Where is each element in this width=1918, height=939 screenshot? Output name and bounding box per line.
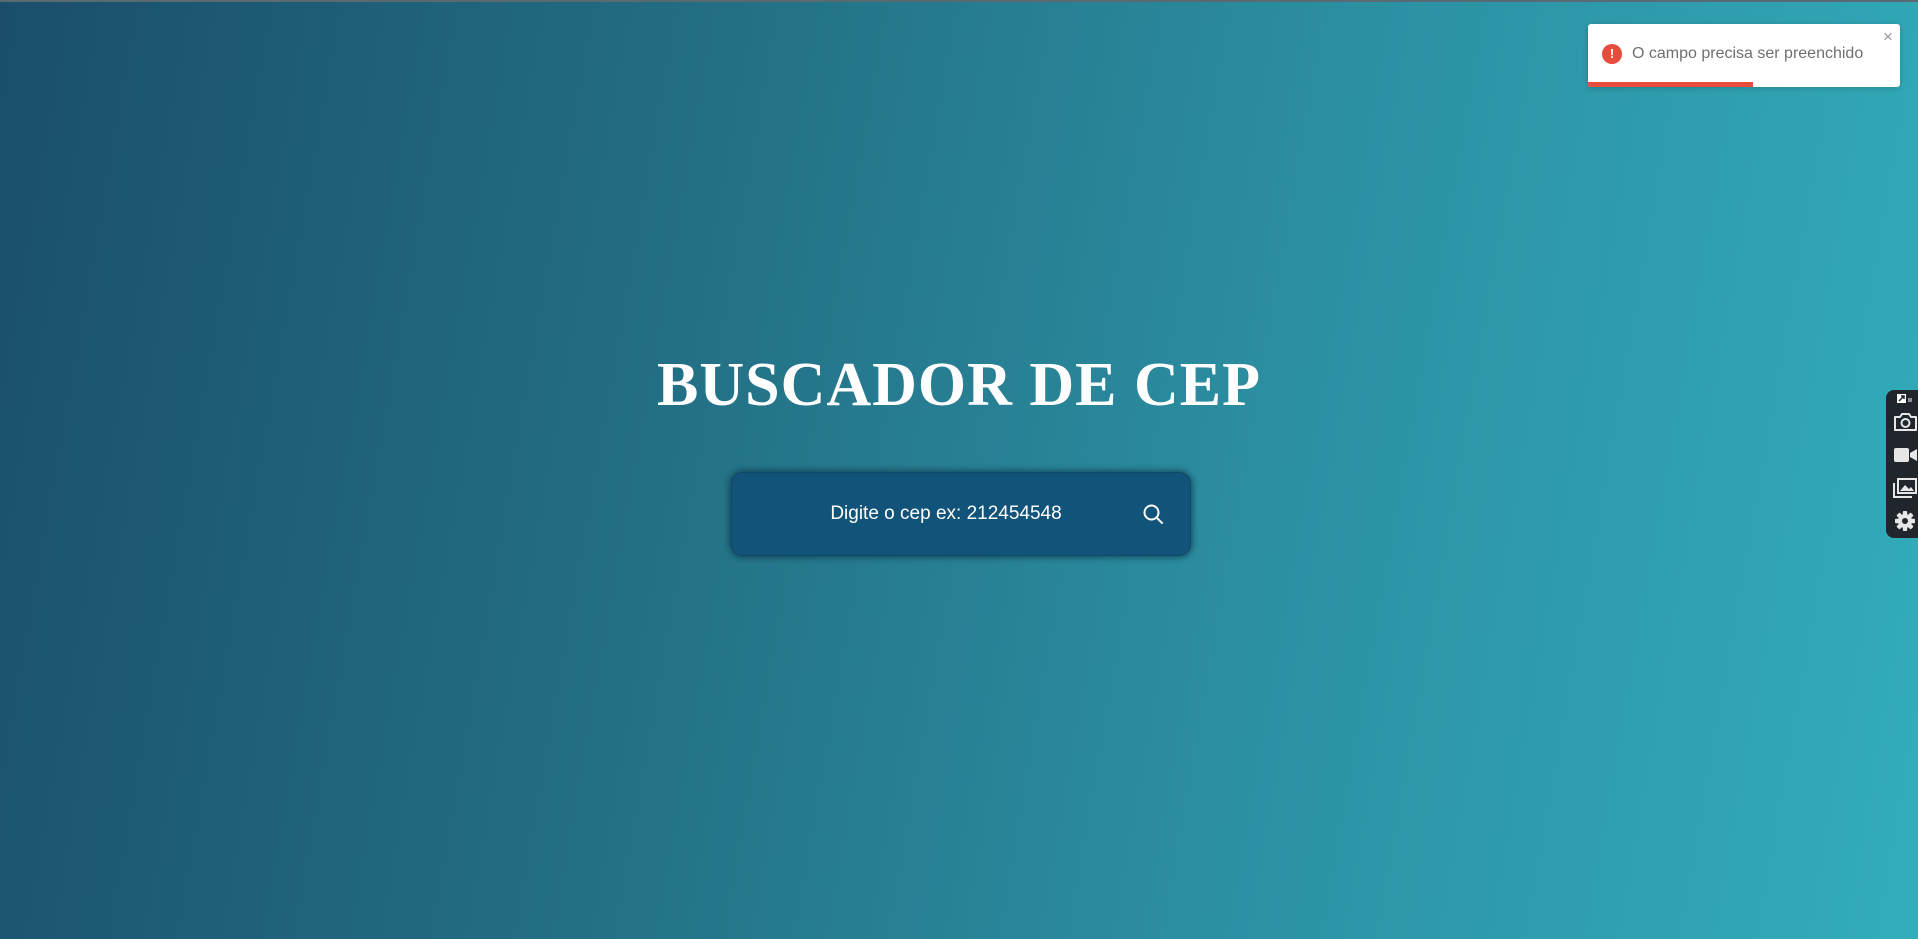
settings-button[interactable]: [1892, 509, 1918, 533]
window-top-border: [0, 0, 1918, 2]
gear-icon: [1895, 511, 1915, 531]
gallery-button[interactable]: [1892, 476, 1918, 500]
record-video-button[interactable]: [1892, 443, 1918, 467]
toast-progress-bar: [1588, 82, 1900, 87]
search-button[interactable]: [1131, 492, 1175, 536]
error-circle-icon: !: [1602, 44, 1622, 64]
search-box: [731, 472, 1191, 556]
search-icon: [1143, 504, 1163, 524]
video-icon: [1894, 448, 1917, 462]
pin-button[interactable]: [1892, 392, 1918, 406]
screenshot-button[interactable]: [1892, 410, 1918, 434]
gallery-icon: [1893, 478, 1917, 498]
toast-message: O campo precisa ser preenchido: [1632, 45, 1864, 62]
page-title: BUSCADOR DE CEP: [656, 351, 1262, 419]
toast-close-button[interactable]: ×: [1880, 28, 1896, 46]
cep-search-input[interactable]: [731, 472, 1131, 556]
camera-icon: [1894, 413, 1917, 431]
toast-progress-fill: [1588, 82, 1754, 87]
error-toast: ! O campo precisa ser preenchido ×: [1588, 24, 1900, 87]
pin-icon: [1897, 394, 1912, 403]
side-toolbar: [1886, 390, 1918, 538]
